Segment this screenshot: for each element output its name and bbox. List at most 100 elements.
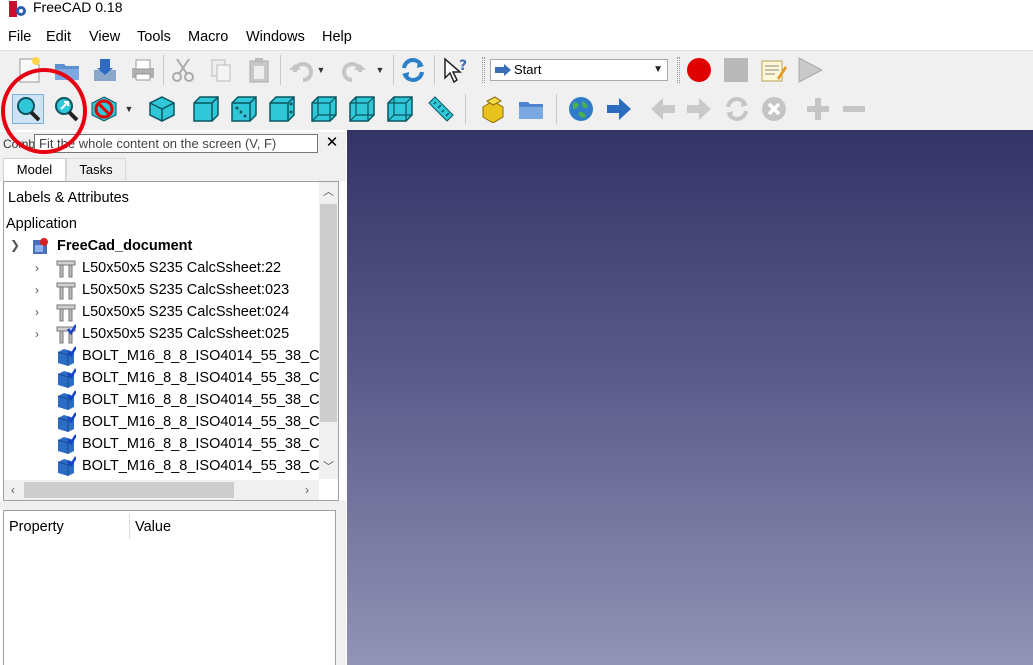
- view-front-button[interactable]: [191, 94, 221, 124]
- view-rear-button[interactable]: [309, 94, 339, 124]
- web-go-button[interactable]: [604, 94, 634, 124]
- toolbar-grip[interactable]: [677, 57, 680, 83]
- svg-text:?: ?: [459, 58, 467, 74]
- part-beam-icon: [56, 260, 76, 278]
- web-back-button[interactable]: [648, 94, 678, 124]
- view-isometric-button[interactable]: [147, 94, 177, 124]
- menu-help[interactable]: Help: [322, 29, 352, 45]
- macro-stop-button[interactable]: [721, 55, 751, 85]
- menu-tools[interactable]: Tools: [137, 29, 171, 45]
- toolbar-separator: [556, 94, 557, 124]
- column-divider[interactable]: [129, 514, 130, 539]
- web-stop-button[interactable]: [759, 94, 789, 124]
- web-forward-button[interactable]: [684, 94, 714, 124]
- tree-item[interactable]: L50x50x5 S235 CalcSsheet:023: [82, 281, 289, 299]
- undo-dropdown-arrow[interactable]: ▼: [316, 65, 326, 75]
- view-top-button[interactable]: [229, 94, 259, 124]
- zoom-out-button[interactable]: [839, 94, 869, 124]
- macro-record-button[interactable]: [684, 55, 714, 85]
- view-bottom-button[interactable]: [347, 94, 377, 124]
- chevron-down-icon[interactable]: ❯: [10, 238, 20, 252]
- workbench-selector[interactable]: Start ▼: [490, 59, 668, 81]
- create-group-button[interactable]: [516, 94, 546, 124]
- tree-section-header: Labels & Attributes: [8, 190, 129, 206]
- tree-item[interactable]: L50x50x5 S235 CalcSsheet:22: [82, 259, 281, 277]
- chevron-left-icon[interactable]: ‹: [4, 481, 22, 499]
- chevron-right-icon[interactable]: ›: [298, 481, 316, 499]
- property-column-header[interactable]: Property: [9, 519, 64, 535]
- web-start-button[interactable]: [566, 94, 596, 124]
- tree-item[interactable]: BOLT_M16_8_8_ISO4014_55_38_Calc: [82, 391, 338, 409]
- cube-rear-icon: [311, 96, 337, 122]
- refresh-button[interactable]: [398, 55, 428, 85]
- tree-vertical-scroll-thumb[interactable]: [320, 204, 337, 422]
- 3d-viewport[interactable]: [347, 130, 1033, 665]
- panel-gap: [336, 510, 346, 665]
- macro-execute-button[interactable]: [795, 55, 825, 85]
- zoom-in-button[interactable]: [803, 94, 833, 124]
- tree-item[interactable]: BOLT_M16_8_8_ISO4014_55_38_Calc: [82, 347, 338, 365]
- cut-button[interactable]: [168, 55, 198, 85]
- create-part-button[interactable]: [478, 94, 508, 124]
- tree-item[interactable]: L50x50x5 S235 CalcSsheet:025: [82, 325, 289, 343]
- menu-file[interactable]: File: [8, 29, 31, 45]
- stop-icon: [724, 58, 748, 82]
- redo-dropdown-arrow[interactable]: ▼: [375, 65, 385, 75]
- menu-edit[interactable]: Edit: [46, 29, 71, 45]
- measure-distance-button[interactable]: [426, 94, 456, 124]
- ruler-icon: [428, 96, 454, 122]
- menu-view[interactable]: View: [89, 29, 120, 45]
- menu-windows[interactable]: Windows: [246, 29, 305, 45]
- view-right-button[interactable]: [267, 94, 297, 124]
- toolbar-grip[interactable]: [482, 57, 485, 83]
- tree-item[interactable]: BOLT_M16_8_8_ISO4014_55_38_Calc: [82, 369, 338, 387]
- tree-item[interactable]: BOLT_M16_8_8_ISO4014_55_38_Calc: [82, 457, 338, 475]
- copy-button[interactable]: [206, 55, 236, 85]
- tree-item[interactable]: BOLT_M16_8_8_ISO4014_55_38_Calc: [82, 435, 338, 453]
- view-left-button[interactable]: [385, 94, 415, 124]
- redo-button[interactable]: [339, 55, 369, 85]
- copy-icon: [211, 59, 231, 82]
- tree-document-node[interactable]: FreeCad_document: [57, 237, 192, 255]
- minus-icon: [843, 106, 865, 112]
- arrow-left-icon: [651, 98, 675, 120]
- chevron-right-icon[interactable]: ›: [35, 305, 39, 319]
- title-bar: FreeCAD 0.18: [0, 0, 1033, 20]
- tab-tasks[interactable]: Tasks: [66, 158, 126, 181]
- toolbar-separator: [434, 55, 435, 85]
- draw-style-button[interactable]: [89, 94, 119, 124]
- save-icon: [94, 59, 116, 81]
- chevron-right-icon[interactable]: ›: [35, 327, 39, 341]
- value-column-header[interactable]: Value: [135, 519, 171, 535]
- undo-icon: [289, 62, 313, 82]
- web-refresh-button[interactable]: [722, 94, 752, 124]
- tree-item[interactable]: BOLT_M16_8_8_ISO4014_55_38_Calc: [82, 413, 338, 431]
- tab-model[interactable]: Model: [3, 158, 66, 181]
- freecad-logo-icon: [9, 1, 26, 17]
- chevron-up-icon[interactable]: ︿: [319, 183, 338, 201]
- undo-button[interactable]: [286, 55, 316, 85]
- chevron-down-icon[interactable]: ﹀: [319, 458, 338, 476]
- paste-button[interactable]: [244, 55, 274, 85]
- arrow-right-icon: [687, 98, 711, 120]
- model-tree[interactable]: Labels & Attributes Application ❯ FreeCa…: [3, 181, 339, 501]
- tree-item[interactable]: L50x50x5 S235 CalcSsheet:024: [82, 303, 289, 321]
- macros-dialog-button[interactable]: [758, 55, 788, 85]
- tree-horizontal-scroll-thumb[interactable]: [24, 482, 234, 498]
- arrow-right-icon: [607, 98, 631, 120]
- cube-bottom-icon: [349, 96, 375, 122]
- help-pointer-icon: ?: [444, 57, 467, 84]
- cube-top-icon: [231, 96, 257, 122]
- close-icon[interactable]: ✕: [323, 134, 341, 152]
- paste-icon: [249, 58, 269, 83]
- chevron-right-icon[interactable]: ›: [35, 261, 39, 275]
- menu-macro[interactable]: Macro: [188, 29, 228, 45]
- panel-splitter[interactable]: [0, 501, 346, 510]
- save-button[interactable]: [90, 55, 120, 85]
- tree-application-label: Application: [6, 216, 77, 232]
- whats-this-button[interactable]: ?: [441, 55, 471, 85]
- annotation-circle: [1, 68, 87, 154]
- print-button[interactable]: [128, 55, 158, 85]
- chevron-right-icon[interactable]: ›: [35, 283, 39, 297]
- draw-style-dropdown-arrow[interactable]: ▼: [124, 104, 134, 114]
